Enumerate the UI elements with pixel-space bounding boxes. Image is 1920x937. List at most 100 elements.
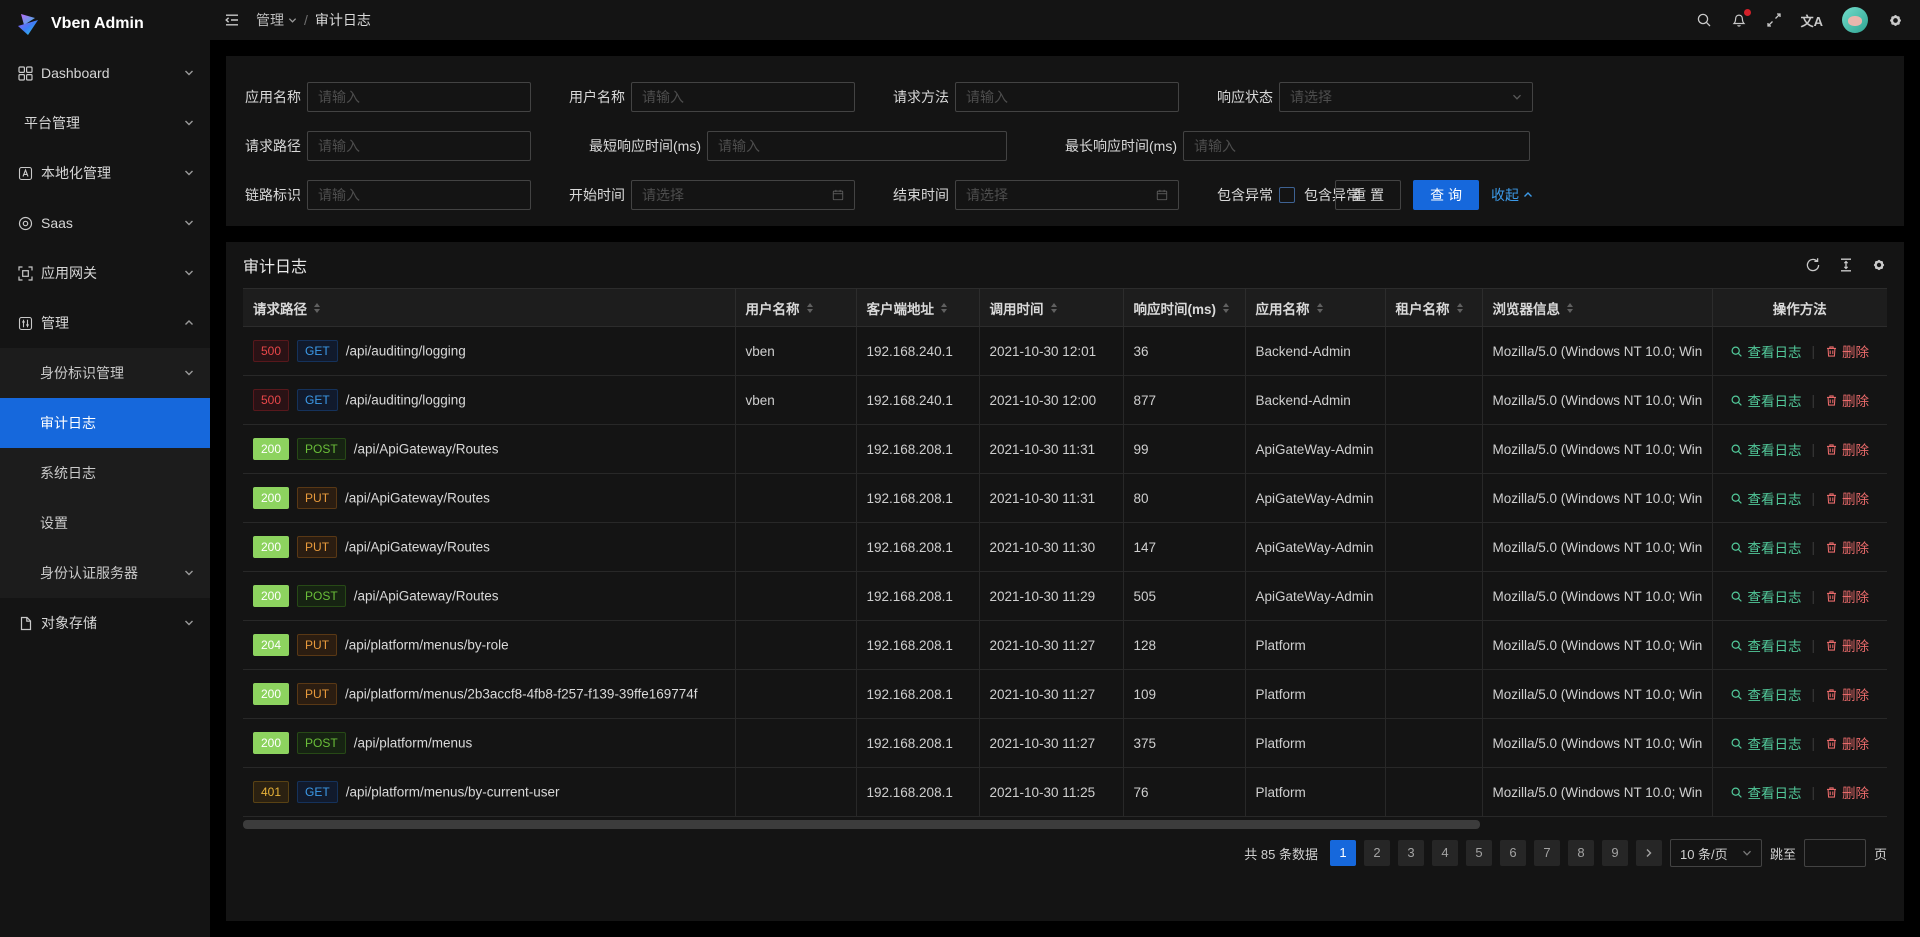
view-log-button[interactable]: 查看日志 (1730, 439, 1801, 459)
cell-time: 2021-10-30 11:27 (979, 719, 1123, 768)
sidebar-item-system-log[interactable]: 系统日志 (0, 448, 210, 498)
view-log-button[interactable]: 查看日志 (1730, 635, 1801, 655)
status-select[interactable]: 请选择 (1279, 82, 1533, 112)
sidebar-item-manage[interactable]: 管理 (0, 298, 210, 348)
sort-icon[interactable] (1223, 303, 1229, 313)
sidebar-item-localization[interactable]: 本地化管理 (0, 148, 210, 198)
gear-icon[interactable] (1887, 12, 1904, 29)
cell-user (735, 768, 856, 817)
sort-icon[interactable] (1457, 303, 1463, 313)
page-button-2[interactable]: 2 (1364, 840, 1390, 866)
delete-button[interactable]: 删除 (1825, 733, 1869, 753)
sidebar-item-saas[interactable]: Saas (0, 198, 210, 248)
sidebar-item-label: Saas (41, 215, 73, 231)
reset-button[interactable]: 重 置 (1335, 180, 1401, 210)
avatar[interactable] (1842, 7, 1868, 33)
scrollbar-thumb[interactable] (243, 820, 1480, 829)
delete-button[interactable]: 删除 (1825, 439, 1869, 459)
sidebar-item-auth-server[interactable]: 身份认证服务器 (0, 548, 210, 598)
row-height-icon[interactable] (1838, 257, 1854, 273)
column-header-path[interactable]: 请求路径 (243, 289, 735, 327)
delete-button[interactable]: 删除 (1825, 635, 1869, 655)
view-log-button[interactable]: 查看日志 (1730, 782, 1801, 802)
request-path: /api/ApiGateway/Routes (345, 491, 490, 506)
sort-icon[interactable] (314, 303, 320, 313)
column-header-time[interactable]: 调用时间 (979, 289, 1123, 327)
sidebar-item-label: 身份认证服务器 (40, 563, 138, 583)
app-name-input[interactable] (307, 82, 531, 112)
delete-button[interactable]: 删除 (1825, 537, 1869, 557)
delete-button[interactable]: 删除 (1825, 488, 1869, 508)
breadcrumb-parent[interactable]: 管理 (256, 10, 297, 30)
page-button-8[interactable]: 8 (1568, 840, 1594, 866)
sort-icon[interactable] (1317, 303, 1323, 313)
cell-client: 192.168.208.1 (856, 719, 979, 768)
notification-bell-icon[interactable] (1731, 12, 1747, 28)
column-header-user[interactable]: 用户名称 (735, 289, 856, 327)
path-input[interactable] (307, 131, 531, 161)
filter-panel: 应用名称 用户名称 请求方法 响应状态 请选择 (226, 56, 1904, 226)
chevron-down-icon (184, 218, 194, 228)
search-button[interactable]: 查 询 (1413, 180, 1479, 210)
column-header-app[interactable]: 应用名称 (1245, 289, 1385, 327)
delete-button[interactable]: 删除 (1825, 341, 1869, 361)
view-log-button[interactable]: 查看日志 (1730, 488, 1801, 508)
delete-button[interactable]: 删除 (1825, 782, 1869, 802)
menu-fold-icon[interactable] (224, 12, 240, 28)
page-button-7[interactable]: 7 (1534, 840, 1560, 866)
cell-browser: Mozilla/5.0 (Windows NT 10.0; Win (1482, 376, 1712, 425)
trace-id-input[interactable] (307, 180, 531, 210)
min-time-input[interactable] (707, 131, 1007, 161)
view-log-button[interactable]: 查看日志 (1730, 390, 1801, 410)
search-icon[interactable] (1696, 12, 1712, 28)
delete-button[interactable]: 删除 (1825, 684, 1869, 704)
end-time-picker[interactable]: 请选择 (955, 180, 1179, 210)
view-log-button[interactable]: 查看日志 (1730, 684, 1801, 704)
sidebar-item-object-storage[interactable]: 对象存储 (0, 598, 210, 648)
gear-icon[interactable] (1871, 257, 1887, 273)
column-header-ms[interactable]: 响应时间(ms) (1123, 289, 1245, 327)
next-page-button[interactable] (1636, 840, 1662, 866)
page-button-9[interactable]: 9 (1602, 840, 1628, 866)
delete-button[interactable]: 删除 (1825, 390, 1869, 410)
view-log-button[interactable]: 查看日志 (1730, 537, 1801, 557)
sidebar-item-audit-log[interactable]: 审计日志 (0, 398, 210, 448)
delete-button[interactable]: 删除 (1825, 586, 1869, 606)
view-log-button[interactable]: 查看日志 (1730, 586, 1801, 606)
page-button-4[interactable]: 4 (1432, 840, 1458, 866)
sort-icon[interactable] (807, 303, 813, 313)
sidebar-item-label: 管理 (41, 313, 69, 333)
refresh-icon[interactable] (1805, 257, 1821, 273)
page-size-select[interactable]: 10 条/页 (1670, 839, 1762, 867)
cell-app: Backend-Admin (1245, 327, 1385, 376)
translate-icon[interactable]: 文A (1801, 11, 1823, 30)
sidebar-item-gateway[interactable]: 应用网关 (0, 248, 210, 298)
page-button-6[interactable]: 6 (1500, 840, 1526, 866)
start-time-picker[interactable]: 请选择 (631, 180, 855, 210)
exception-checkbox[interactable] (1279, 187, 1295, 203)
sidebar-item-dashboard[interactable]: Dashboard (0, 48, 210, 98)
max-time-input[interactable] (1183, 131, 1530, 161)
sidebar-item-identity-mgmt[interactable]: 身份标识管理 (0, 348, 210, 398)
chevron-down-icon (184, 68, 194, 78)
fullscreen-icon[interactable] (1766, 12, 1782, 28)
page-button-5[interactable]: 5 (1466, 840, 1492, 866)
column-header-client[interactable]: 客户端地址 (856, 289, 979, 327)
logo[interactable]: Vben Admin (0, 0, 210, 48)
column-header-tenant[interactable]: 租户名称 (1385, 289, 1482, 327)
sort-icon[interactable] (1051, 303, 1057, 313)
view-log-button[interactable]: 查看日志 (1730, 733, 1801, 753)
method-input[interactable] (955, 82, 1179, 112)
sidebar-item-settings[interactable]: 设置 (0, 498, 210, 548)
view-log-button[interactable]: 查看日志 (1730, 341, 1801, 361)
sort-icon[interactable] (941, 303, 947, 313)
main-area: 管理 / 审计日志 (210, 0, 1920, 937)
sort-icon[interactable] (1567, 303, 1573, 313)
user-name-input[interactable] (631, 82, 855, 112)
page-button-3[interactable]: 3 (1398, 840, 1424, 866)
collapse-link[interactable]: 收起 (1491, 185, 1533, 205)
page-button-1[interactable]: 1 (1330, 840, 1356, 866)
sidebar-item-platform[interactable]: 平台管理 (0, 98, 210, 148)
page-jump-input[interactable] (1804, 839, 1866, 867)
column-header-browser[interactable]: 浏览器信息 (1482, 289, 1712, 327)
